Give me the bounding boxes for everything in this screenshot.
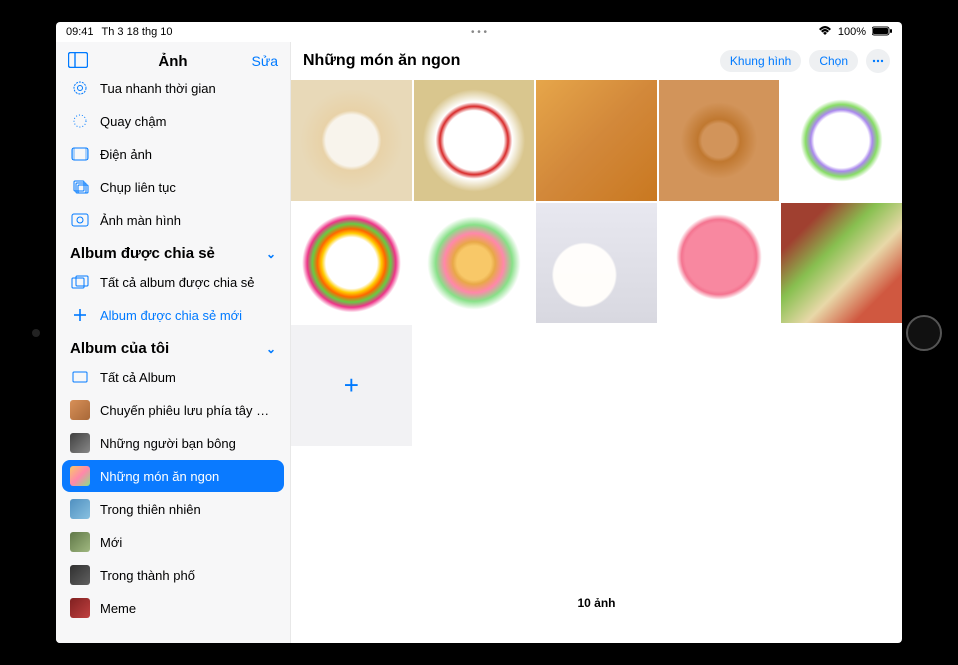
sidebar-title: Ảnh (108, 53, 238, 70)
sidebar-item-slomo[interactable]: Quay chậm (62, 105, 284, 137)
burst-icon (70, 177, 90, 197)
slideshow-button[interactable]: Khung hình (720, 50, 801, 72)
sidebar-item-album-new[interactable]: Mới (62, 526, 284, 558)
photo-thumbnail[interactable] (291, 203, 412, 324)
sidebar-item-label: Chụp liên tục (100, 180, 176, 195)
sidebar-item-label: Điện ảnh (100, 147, 152, 162)
photo-thumbnail[interactable] (291, 80, 412, 201)
photo-thumbnail[interactable] (414, 203, 535, 324)
wifi-icon (818, 26, 832, 39)
sidebar-item-label: Những người bạn bông (100, 436, 236, 451)
album-thumb (70, 598, 90, 618)
sidebar-item-label: Trong thành phố (100, 568, 195, 583)
cinematic-icon (70, 144, 90, 164)
album-thumb (70, 433, 90, 453)
sidebar-item-label: Album được chia sẻ mới (100, 308, 242, 323)
sidebar-item-burst[interactable]: Chụp liên tục (62, 171, 284, 203)
sidebar-item-album-fluffy[interactable]: Những người bạn bông (62, 427, 284, 459)
sidebar-item-label: Ảnh màn hình (100, 213, 181, 228)
sidebar-item-new-shared[interactable]: Album được chia sẻ mới (62, 299, 284, 331)
photo-grid (291, 80, 902, 323)
home-button[interactable] (906, 315, 942, 351)
sidebar-header: Ảnh Sửa (56, 42, 290, 80)
ipad-frame: 09:41 Th 3 18 thg 10 • • • 100% (0, 0, 958, 665)
sidebar-item-album-nature[interactable]: Trong thiên nhiên (62, 493, 284, 525)
photo-thumbnail[interactable] (781, 203, 902, 324)
plus-icon: + (344, 370, 359, 401)
plus-icon (70, 305, 90, 325)
sidebar: Ảnh Sửa Tua nhanh thời gian (56, 42, 291, 643)
sidebar-item-timelapse[interactable]: Tua nhanh thời gian (62, 80, 284, 104)
battery-percent: 100% (838, 26, 866, 38)
chevron-down-icon: ⌄ (266, 247, 276, 261)
sidebar-section-label: Album của tôi (70, 340, 169, 357)
sidebar-toggle-icon[interactable] (68, 52, 108, 71)
main-content: Những món ăn ngon Khung hình Chọn (291, 42, 902, 643)
timelapse-icon (70, 80, 90, 98)
status-time: 09:41 (66, 26, 94, 38)
photo-thumbnail[interactable] (536, 203, 657, 324)
status-left: 09:41 Th 3 18 thg 10 (66, 26, 172, 38)
sidebar-item-album-southwest[interactable]: Chuyến phiêu lưu phía tây nam (62, 394, 284, 426)
sidebar-item-label: Chuyến phiêu lưu phía tây nam (100, 403, 276, 418)
sidebar-item-album-meme[interactable]: Meme (62, 592, 284, 624)
sidebar-item-label: Trong thiên nhiên (100, 502, 201, 517)
album-thumb (70, 499, 90, 519)
sidebar-section-my-albums[interactable]: Album của tôi ⌄ (62, 332, 284, 361)
sidebar-edit-button[interactable]: Sửa (238, 53, 278, 69)
photo-thumbnail[interactable] (659, 80, 780, 201)
sidebar-item-cinematic[interactable]: Điện ảnh (62, 138, 284, 170)
status-date: Th 3 18 thg 10 (102, 26, 173, 38)
status-bar: 09:41 Th 3 18 thg 10 • • • 100% (56, 22, 902, 42)
sidebar-item-label: Tất cả album được chia sẻ (100, 275, 255, 290)
sidebar-scroll[interactable]: Tua nhanh thời gian Quay chậm Điện ảnh (56, 80, 290, 643)
battery-icon (872, 26, 892, 39)
add-photo-button[interactable]: + (291, 325, 412, 446)
main-actions: Khung hình Chọn (720, 49, 890, 73)
album-thumb (70, 565, 90, 585)
sidebar-item-label: Tua nhanh thời gian (100, 81, 216, 96)
chevron-down-icon: ⌄ (266, 342, 276, 356)
sidebar-section-shared[interactable]: Album được chia sẻ ⌄ (62, 237, 284, 266)
screenshot-icon (70, 210, 90, 230)
sidebar-item-label: Những món ăn ngon (100, 469, 219, 484)
more-button[interactable] (866, 49, 890, 73)
sidebar-item-label: Meme (100, 601, 136, 616)
sidebar-item-album-food[interactable]: Những món ăn ngon (62, 460, 284, 492)
screen: 09:41 Th 3 18 thg 10 • • • 100% (56, 22, 902, 643)
slomo-icon (70, 111, 90, 131)
album-title: Những món ăn ngon (303, 52, 460, 70)
sidebar-item-label: Quay chậm (100, 114, 166, 129)
select-button[interactable]: Chọn (809, 50, 858, 72)
app-body: Ảnh Sửa Tua nhanh thời gian (56, 42, 902, 643)
album-thumb (70, 532, 90, 552)
all-albums-icon (70, 367, 90, 387)
photo-count: 10 ảnh (291, 586, 902, 614)
sidebar-item-screenshots[interactable]: Ảnh màn hình (62, 204, 284, 236)
sidebar-item-label: Tất cả Album (100, 370, 176, 385)
main-header: Những món ăn ngon Khung hình Chọn (291, 42, 902, 80)
photo-thumbnail[interactable] (659, 203, 780, 324)
sidebar-item-album-city[interactable]: Trong thành phố (62, 559, 284, 591)
photo-thumbnail[interactable] (781, 80, 902, 201)
sidebar-item-all-shared[interactable]: Tất cả album được chia sẻ (62, 266, 284, 298)
photo-grid-area[interactable]: + 10 ảnh (291, 80, 902, 643)
sidebar-item-label: Mới (100, 535, 122, 550)
album-thumb (70, 400, 90, 420)
sidebar-item-all-albums[interactable]: Tất cả Album (62, 361, 284, 393)
shared-albums-icon (70, 272, 90, 292)
photo-thumbnail[interactable] (414, 80, 535, 201)
album-thumb (70, 466, 90, 486)
status-right: 100% (818, 26, 892, 39)
photo-thumbnail[interactable] (536, 80, 657, 201)
front-camera (32, 329, 40, 337)
multitask-dots[interactable]: • • • (471, 27, 487, 38)
sidebar-section-label: Album được chia sẻ (70, 245, 215, 262)
